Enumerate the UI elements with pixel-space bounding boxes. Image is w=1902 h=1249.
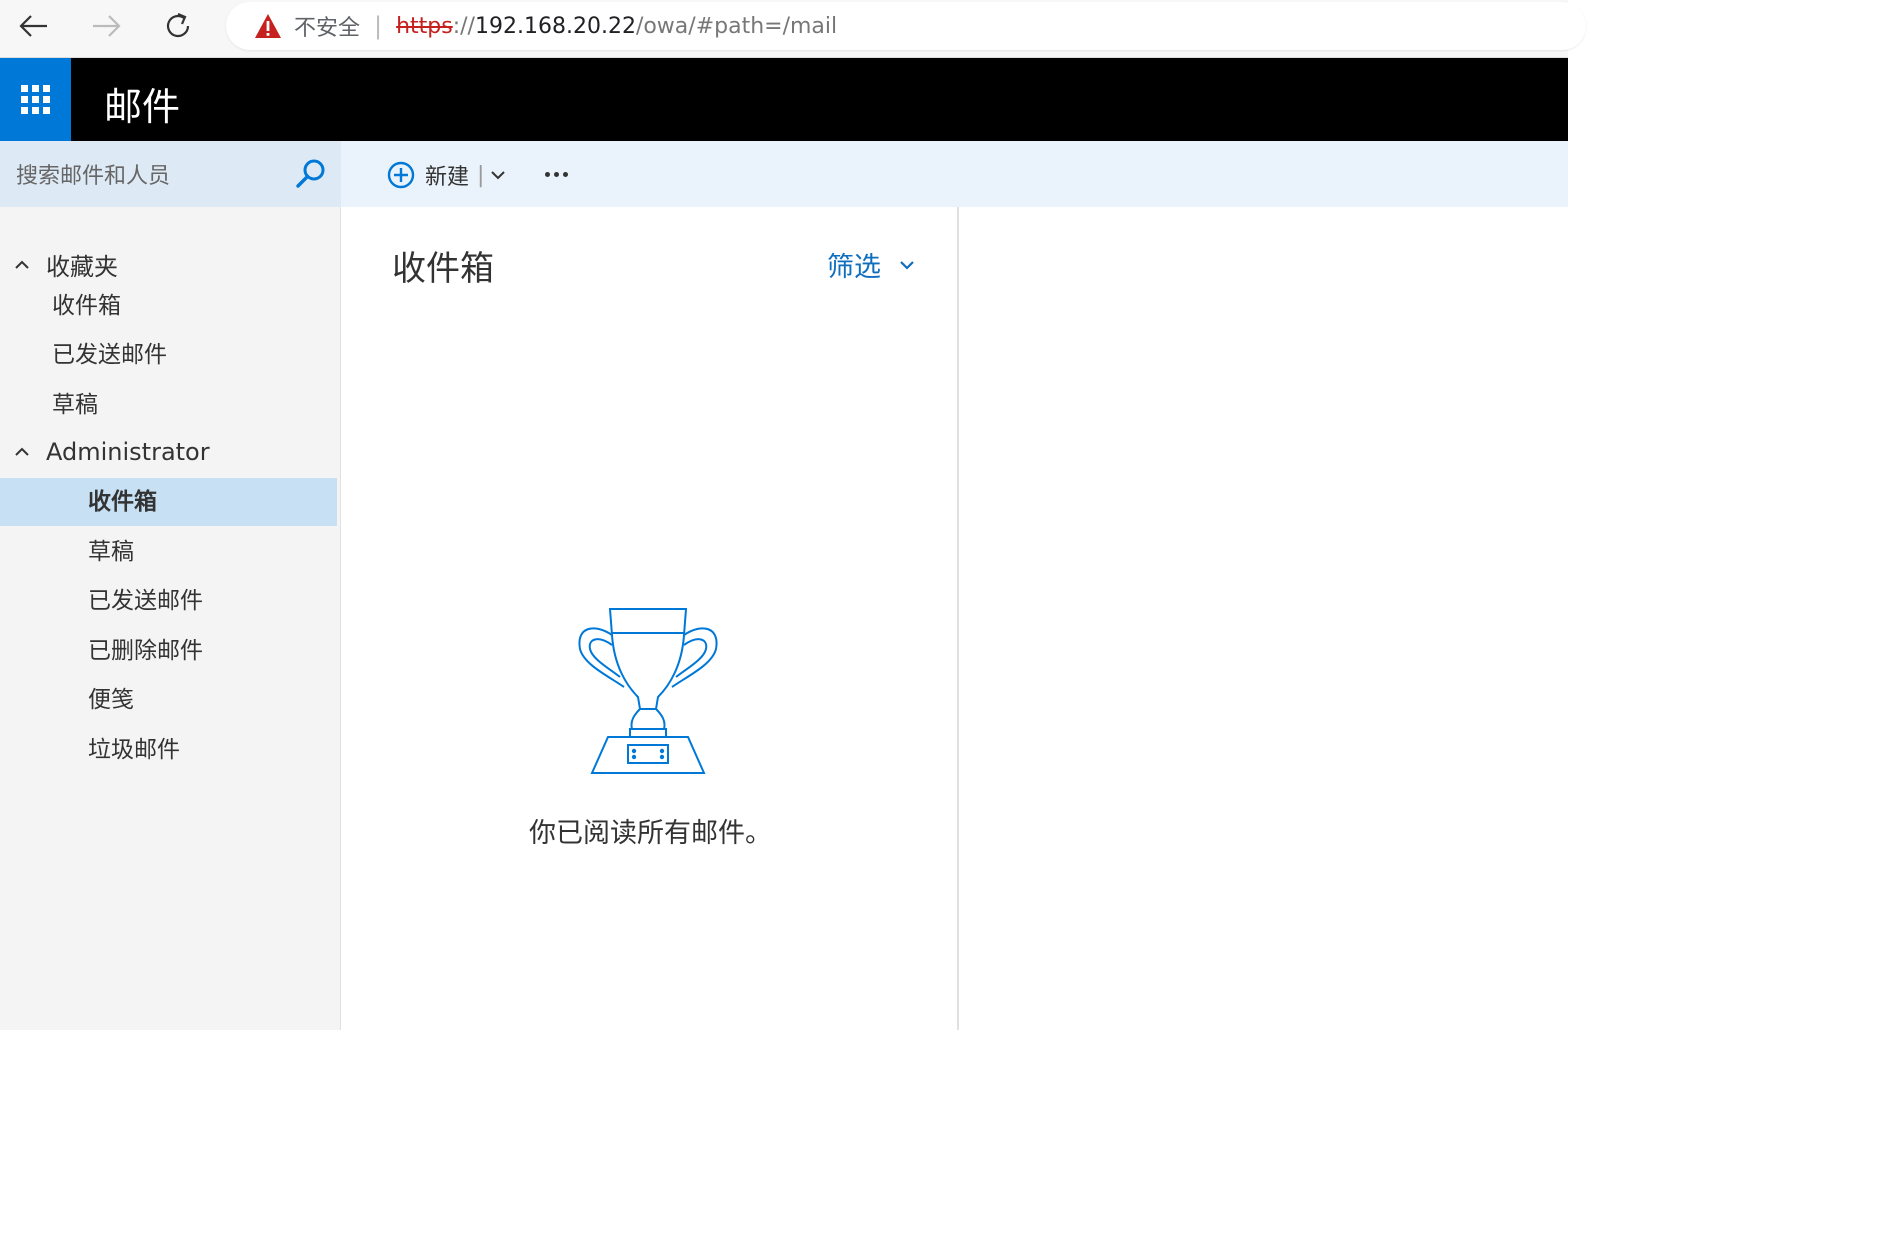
reload-button[interactable]	[156, 6, 200, 46]
new-message-label: 新建	[425, 165, 470, 190]
empty-inbox-message: 你已阅读所有邮件。	[529, 818, 772, 849]
arrow-right-icon	[93, 15, 121, 37]
reload-icon	[166, 12, 190, 38]
more-options-button[interactable]	[545, 159, 568, 189]
url-host: 192.168.20.22	[474, 13, 636, 39]
more-icon	[545, 171, 550, 177]
search-icon[interactable]	[295, 158, 327, 190]
warning-icon	[255, 14, 281, 38]
favorites-label: 收藏夹	[46, 253, 118, 281]
waffle-icon	[21, 85, 50, 114]
filter-label: 筛选	[827, 252, 881, 283]
account-label: Administrator	[46, 438, 210, 466]
command-bar: 新建 |	[341, 141, 1568, 207]
search-input[interactable]: 搜索邮件和人员	[0, 141, 341, 207]
chevron-down-icon	[900, 260, 914, 270]
favorite-item-sent[interactable]: 已发送邮件	[52, 331, 167, 379]
insecure-label[interactable]: 不安全	[294, 10, 360, 42]
filter-button[interactable]: 筛选	[827, 245, 915, 284]
new-message-button[interactable]: 新建 |	[387, 159, 506, 191]
folder-inbox[interactable]: 收件箱	[0, 478, 337, 526]
account-header[interactable]: Administrator	[14, 438, 210, 466]
message-list: 收件箱 筛选 你已阅读所有邮件。	[342, 207, 959, 1030]
url-path: /owa/#path=/mail	[635, 13, 838, 39]
app-title: 邮件	[104, 85, 181, 129]
favorite-item-inbox[interactable]: 收件箱	[52, 282, 121, 330]
chevron-down-icon[interactable]	[490, 169, 506, 181]
folder-drafts[interactable]: 草稿	[88, 528, 134, 576]
list-title: 收件箱	[392, 249, 494, 289]
address-bar[interactable]: 不安全 | https://192.168.20.22/owa/#path=/m…	[226, 2, 1586, 50]
address-divider: |	[374, 12, 383, 40]
chevron-up-icon	[15, 260, 29, 269]
folder-deleted[interactable]: 已删除邮件	[88, 627, 203, 675]
browser-toolbar: 不安全 | https://192.168.20.22/owa/#path=/m…	[0, 0, 1586, 58]
url-slashes: ://	[452, 13, 475, 39]
folder-sent[interactable]: 已发送邮件	[88, 577, 203, 625]
folder-pane: 收藏夹 收件箱 已发送邮件 草稿 Administrator 收件箱 草稿 已发…	[0, 207, 341, 1030]
app-header: 邮件	[0, 58, 1568, 141]
favorite-item-drafts[interactable]: 草稿	[52, 381, 98, 429]
url-scheme: https	[396, 13, 453, 39]
app-launcher-button[interactable]	[0, 58, 71, 141]
trophy-icon	[578, 608, 718, 774]
favorites-header[interactable]: 收藏夹	[14, 247, 118, 282]
back-button[interactable]	[12, 6, 56, 46]
plus-circle-icon	[387, 161, 415, 189]
search-placeholder: 搜索邮件和人员	[16, 164, 171, 189]
folder-junk[interactable]: 垃圾邮件	[88, 726, 180, 774]
reading-pane	[961, 207, 1568, 1030]
folder-notes[interactable]: 便笺	[88, 676, 134, 724]
arrow-left-icon	[19, 15, 47, 37]
forward-button[interactable]	[84, 6, 128, 46]
split-divider: |	[477, 162, 485, 188]
chevron-up-icon	[15, 447, 29, 456]
